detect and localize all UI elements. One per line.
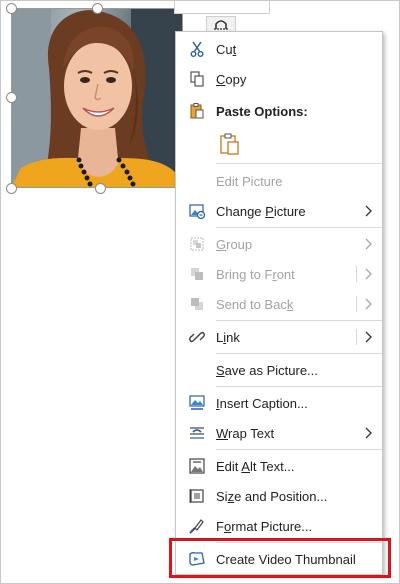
change-picture-icon xyxy=(188,202,206,220)
send-back-icon xyxy=(188,295,206,313)
alt-text-icon xyxy=(188,457,206,475)
menu-item-label: Save as Picture... xyxy=(216,362,318,378)
menu-item-label: Cut xyxy=(216,41,237,57)
menu-item-label: Bring to Front xyxy=(216,266,295,282)
copy-icon xyxy=(188,70,206,88)
size-position-icon xyxy=(188,487,206,505)
menu-item-label: Link xyxy=(216,329,240,345)
wrap-text-icon xyxy=(188,424,206,442)
group-icon xyxy=(188,235,206,253)
menu-item-label: Edit Picture xyxy=(216,173,283,189)
chevron-right-icon xyxy=(365,427,372,439)
chevron-right-icon xyxy=(365,205,372,217)
menu-header-paste-options: Paste Options: xyxy=(176,96,382,126)
layout-options-icon xyxy=(214,20,228,30)
menu-item-send-to-back: Send to Back xyxy=(176,289,382,319)
menu-item-group: Group xyxy=(176,229,382,259)
context-menu: Cut Copy Paste Options: Edit Picture Cha… xyxy=(175,31,383,575)
insert-caption-icon xyxy=(188,394,206,412)
chevron-right-icon xyxy=(365,331,372,343)
selected-picture[interactable] xyxy=(11,8,183,188)
menu-item-size-and-position[interactable]: Size and Position... xyxy=(176,481,382,511)
menu-item-change-picture[interactable]: Change Picture xyxy=(176,196,382,226)
paste-keep-format-button[interactable] xyxy=(216,130,244,158)
menu-item-label: Change Picture xyxy=(216,203,306,219)
resize-handle-top-left[interactable] xyxy=(6,3,17,14)
menu-item-label: Format Picture... xyxy=(216,518,313,534)
menu-item-save-as-picture[interactable]: Save as Picture... xyxy=(176,355,382,385)
menu-item-label: Send to Back xyxy=(216,296,294,312)
menu-item-label: Size and Position... xyxy=(216,488,328,504)
format-picture-icon xyxy=(188,517,206,535)
menu-item-label: Create Video Thumbnail xyxy=(216,551,356,567)
menu-item-label: Insert Caption... xyxy=(216,395,308,411)
chevron-right-icon xyxy=(365,238,372,250)
video-thumbnail-icon xyxy=(188,550,206,568)
menu-item-bring-to-front: Bring to Front xyxy=(176,259,382,289)
menu-item-label: Copy xyxy=(216,71,247,87)
paste-keep-format-icon xyxy=(220,133,239,155)
menu-item-create-video-thumbnail[interactable]: Create Video Thumbnail xyxy=(176,544,382,574)
menu-item-insert-caption[interactable]: Insert Caption... xyxy=(176,388,382,418)
menu-item-label: Edit Alt Text... xyxy=(216,458,295,474)
menu-item-label: Group xyxy=(216,236,253,252)
menu-item-edit-picture: Edit Picture xyxy=(176,166,382,196)
resize-handle-bottom-left[interactable] xyxy=(6,183,17,194)
resize-handle-top[interactable] xyxy=(92,3,103,14)
resize-handle-left[interactable] xyxy=(6,92,17,103)
scissors-icon xyxy=(188,40,206,58)
paste-icon xyxy=(188,102,206,120)
menu-item-label: Paste Options: xyxy=(216,103,308,119)
resize-handle-bottom[interactable] xyxy=(95,183,106,194)
menu-item-cut[interactable]: Cut xyxy=(176,34,382,64)
woman-portrait-image xyxy=(11,8,183,188)
chevron-right-icon xyxy=(365,268,372,280)
menu-item-copy[interactable]: Copy xyxy=(176,64,382,94)
menu-item-edit-alt-text[interactable]: Edit Alt Text... xyxy=(176,451,382,481)
link-icon xyxy=(188,328,206,346)
menu-item-format-picture[interactable]: Format Picture... xyxy=(176,511,382,541)
mini-toolbar xyxy=(174,0,270,14)
menu-item-label: Wrap Text xyxy=(216,425,275,441)
menu-item-wrap-text[interactable]: Wrap Text xyxy=(176,418,382,448)
menu-item-link[interactable]: Link xyxy=(176,322,382,352)
bring-front-icon xyxy=(188,265,206,283)
chevron-right-icon xyxy=(365,298,372,310)
